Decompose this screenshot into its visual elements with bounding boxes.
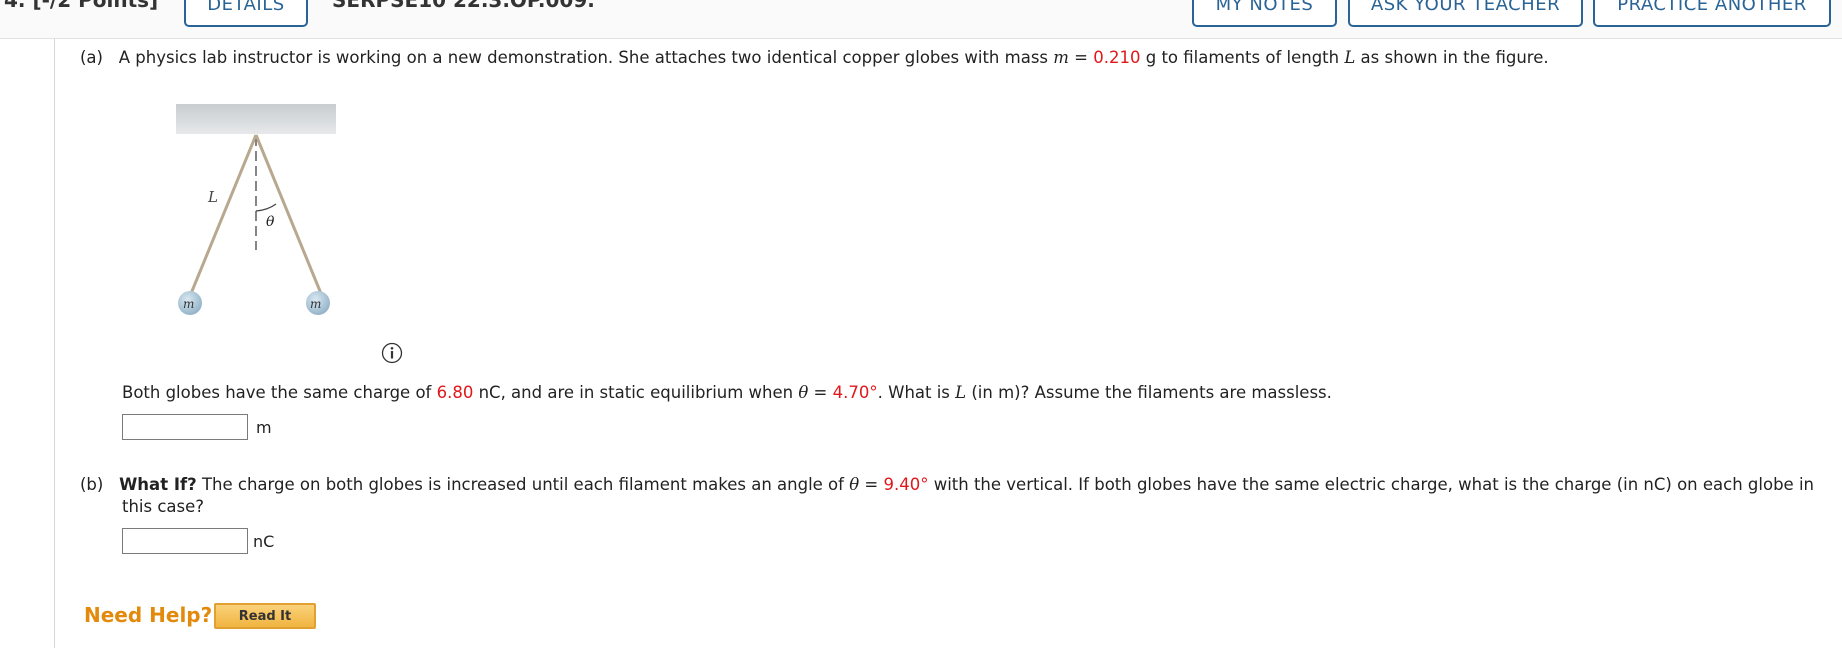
- charge-value: 6.80: [436, 383, 474, 402]
- info-icon[interactable]: [381, 342, 403, 364]
- length-label: L: [207, 188, 218, 206]
- problem-reference: SERPSE10 22.3.OP.009.: [332, 0, 595, 12]
- practice-another-button[interactable]: PRACTICE ANOTHER: [1593, 0, 1831, 27]
- part-a-question: Both globes have the same charge of 6.80…: [122, 383, 1332, 402]
- need-help-label: Need Help?: [84, 603, 213, 627]
- angle-arc: [255, 203, 277, 212]
- answer-input-b[interactable]: [122, 528, 248, 554]
- ask-your-teacher-button[interactable]: ASK YOUR TEACHER: [1348, 0, 1583, 27]
- question-header: 4. [-/2 Points] DETAILS SERPSE10 22.3.OP…: [0, 0, 1842, 39]
- unit-label-b: nC: [253, 532, 275, 551]
- what-if-label: What If?: [119, 475, 197, 494]
- pendulum-figure: L θ m m: [176, 104, 336, 315]
- read-it-button[interactable]: Read It: [214, 603, 316, 629]
- left-filament: [188, 134, 258, 297]
- angle-value-b: 9.40°: [883, 475, 929, 494]
- part-b-question: (b) What If? The charge on both globes i…: [80, 475, 1814, 494]
- part-b-label: (b): [80, 475, 104, 494]
- angle-value-a: 4.70°: [832, 383, 878, 402]
- part-a-label: (a): [80, 48, 103, 67]
- part-b-question-cont: this case?: [122, 497, 205, 516]
- part-a-intro: (a) A physics lab instructor is working …: [80, 48, 1549, 67]
- details-button[interactable]: DETAILS: [184, 0, 308, 27]
- ceiling: [176, 104, 336, 134]
- mass-value: 0.210: [1093, 48, 1141, 67]
- angle-label: θ: [266, 214, 275, 230]
- answer-input-a[interactable]: [122, 414, 248, 440]
- question-number: 4. [-/2 Points]: [4, 0, 159, 12]
- my-notes-button[interactable]: MY NOTES: [1192, 0, 1337, 27]
- unit-label-a: m: [256, 418, 272, 437]
- mass-label-right: m: [310, 297, 321, 311]
- mass-label-left: m: [183, 297, 194, 311]
